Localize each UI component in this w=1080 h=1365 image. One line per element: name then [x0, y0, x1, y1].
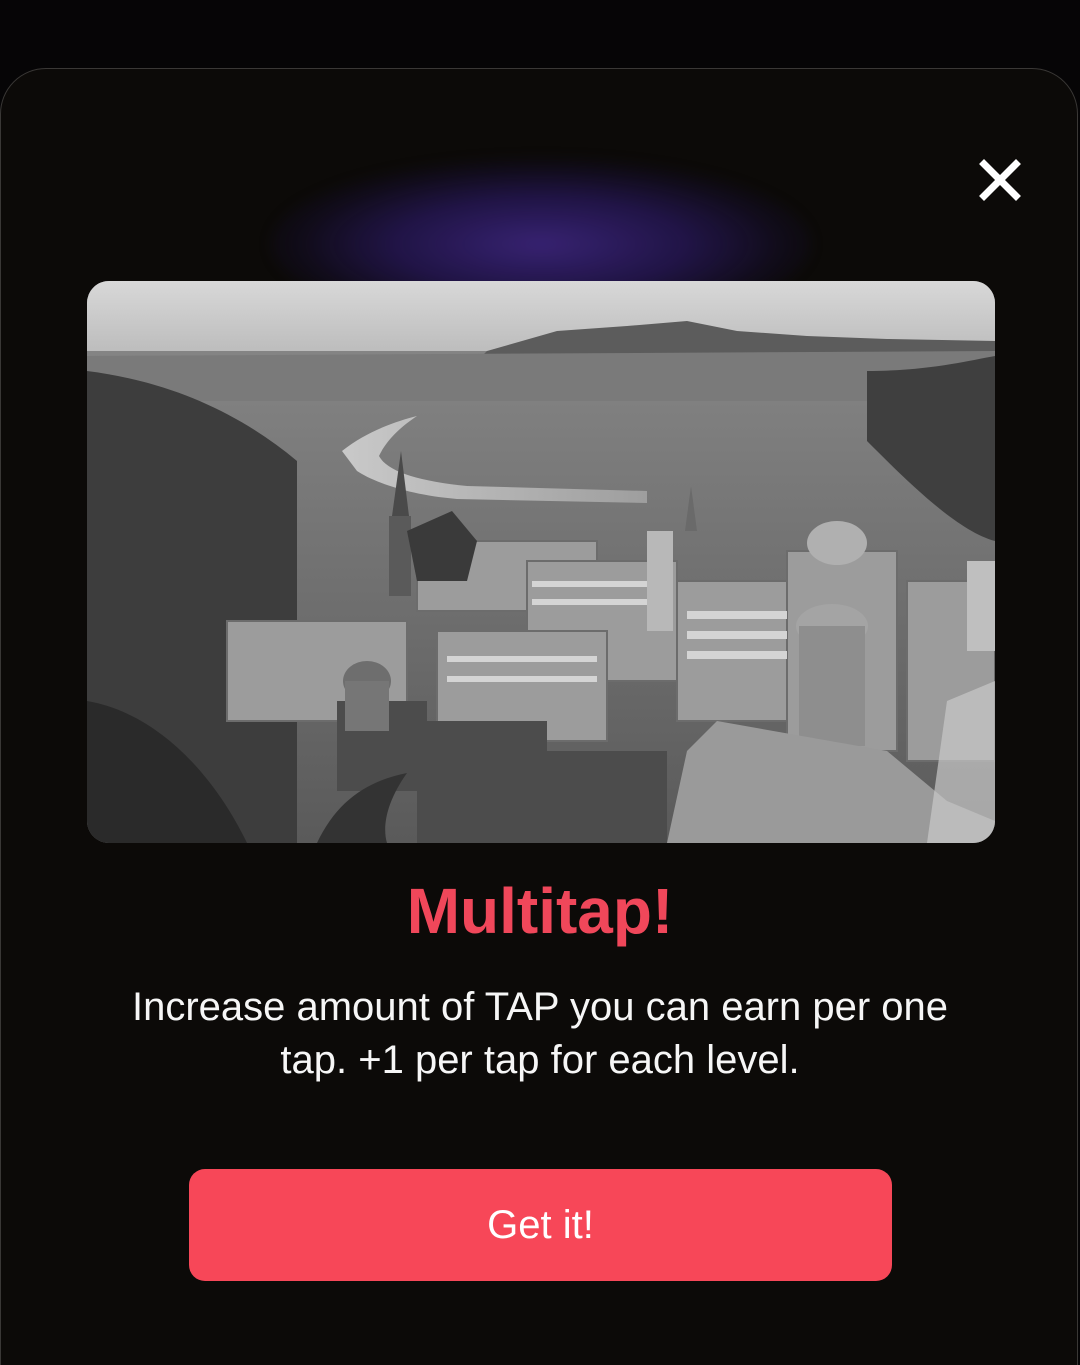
city-photo	[87, 281, 995, 843]
get-it-button[interactable]: Get it!	[189, 1169, 892, 1281]
close-icon[interactable]	[973, 153, 1027, 207]
modal-title: Multitap!	[406, 875, 674, 947]
screen: Multitap! Increase amount of TAP you can…	[0, 0, 1080, 1365]
modal-description: Increase amount of TAP you can earn per …	[131, 985, 949, 1082]
bottom-sheet-modal: Multitap! Increase amount of TAP you can…	[0, 68, 1078, 1365]
